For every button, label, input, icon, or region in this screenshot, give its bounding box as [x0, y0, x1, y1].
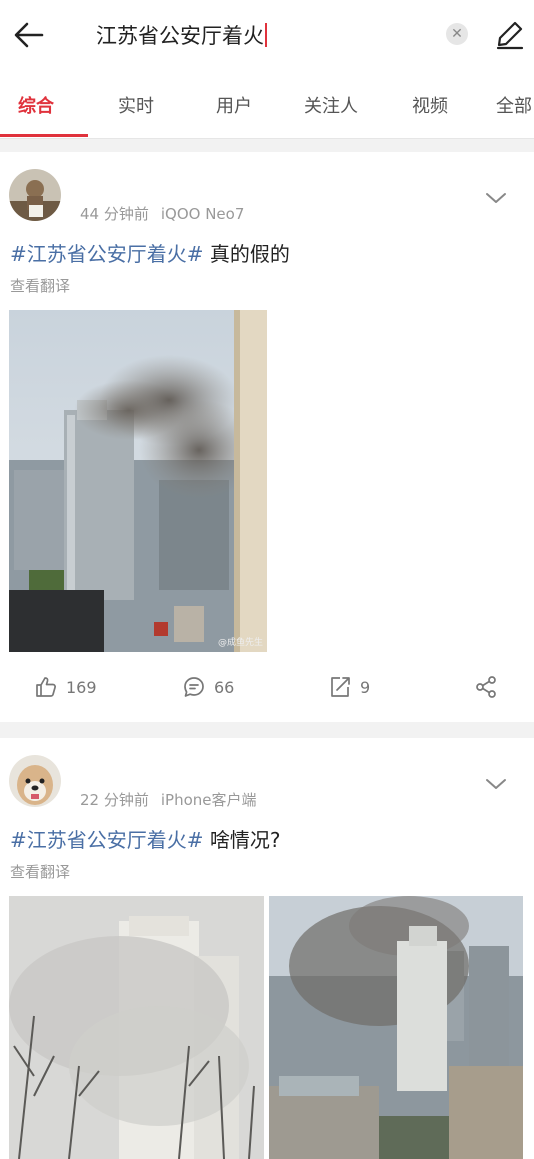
post-image[interactable]: [9, 896, 264, 1159]
feed-post: 22 分钟前 iPhone客户端 #江苏省公安厅着火# 啥情况? 查看翻译: [0, 738, 534, 1159]
compose-icon[interactable]: [494, 18, 526, 50]
search-tabs: 综合 实时 用户 关注人 视频 全部: [0, 70, 534, 139]
chevron-down-icon[interactable]: [484, 190, 508, 206]
text-cursor: [265, 23, 267, 47]
hashtag-link[interactable]: #江苏省公安厅着火#: [10, 828, 204, 852]
avatar[interactable]: [9, 169, 61, 221]
tab-following[interactable]: 关注人: [304, 92, 358, 118]
tab-all[interactable]: 全部: [496, 92, 532, 118]
like-count: 169: [66, 677, 97, 697]
hashtag-link[interactable]: #江苏省公安厅着火#: [10, 242, 204, 266]
search-input[interactable]: 江苏省公安厅着火: [96, 20, 267, 50]
post-actions: 169 66 9: [0, 667, 534, 707]
image-watermark: @成鱼先生: [217, 638, 263, 648]
post-text: #江苏省公安厅着火# 啥情况?: [10, 824, 281, 853]
post-text: #江苏省公安厅着火# 真的假的: [10, 238, 290, 267]
repost-count: 9: [360, 677, 371, 697]
tab-videos[interactable]: 视频: [412, 92, 448, 118]
post-body: 真的假的: [203, 242, 290, 266]
feed-post: 44 分钟前 iQOO Neo7 #江苏省公安厅着火# 真的假的 查看翻译 @成…: [0, 152, 534, 722]
post-body: 啥情况?: [203, 828, 281, 852]
tab-users[interactable]: 用户: [216, 92, 252, 118]
avatar[interactable]: [9, 755, 61, 807]
thumbs-up-icon: [36, 677, 56, 697]
repost-icon: [331, 677, 350, 697]
repost-button[interactable]: 9: [328, 667, 370, 707]
chevron-down-icon[interactable]: [484, 776, 508, 792]
comment-count: 66: [214, 677, 235, 697]
search-header: 江苏省公安厅着火 ✕: [0, 0, 534, 70]
post-time: 44 分钟前: [80, 205, 149, 223]
translate-link[interactable]: 查看翻译: [10, 861, 70, 882]
post-image[interactable]: @成鱼先生: [9, 310, 267, 652]
translate-link[interactable]: 查看翻译: [10, 275, 70, 296]
post-time: 22 分钟前: [80, 791, 149, 809]
tab-realtime[interactable]: 实时: [118, 92, 154, 118]
search-query-text: 江苏省公安厅着火: [96, 24, 264, 48]
like-button[interactable]: 169: [34, 667, 97, 707]
comment-button[interactable]: 66: [182, 667, 234, 707]
post-device: iQOO Neo7: [160, 205, 245, 223]
post-image[interactable]: [269, 896, 523, 1159]
share-icon: [476, 676, 496, 698]
post-meta: 44 分钟前 iQOO Neo7: [80, 203, 244, 224]
comment-icon: [184, 677, 204, 697]
post-meta: 22 分钟前 iPhone客户端: [80, 789, 257, 810]
post-device: iPhone客户端: [160, 791, 257, 809]
tab-comprehensive[interactable]: 综合: [18, 92, 54, 118]
back-arrow-icon[interactable]: [12, 18, 46, 52]
share-button[interactable]: [474, 667, 506, 707]
clear-icon[interactable]: ✕: [446, 23, 468, 45]
active-tab-indicator: [0, 134, 88, 137]
